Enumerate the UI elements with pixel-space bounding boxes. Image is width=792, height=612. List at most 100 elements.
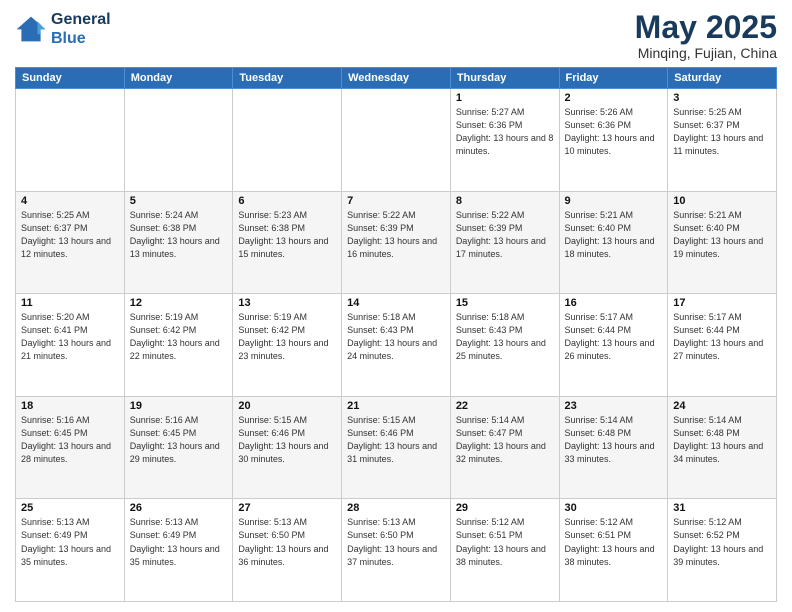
table-row: 13Sunrise: 5:19 AM Sunset: 6:42 PM Dayli… [233, 294, 342, 397]
calendar-header-row: Sunday Monday Tuesday Wednesday Thursday… [16, 68, 777, 89]
day-number: 13 [238, 297, 336, 309]
day-info: Sunrise: 5:14 AM Sunset: 6:48 PM Dayligh… [673, 414, 771, 466]
day-number: 28 [347, 502, 445, 514]
table-row: 18 Sunrise: 5:16 AM Sunset: 6:45 PM Dayli… [16, 396, 125, 499]
day-number: 11 [21, 297, 119, 309]
table-row: 24 Sunrise: 5:14 AM Sunset: 6:48 PM Dayli… [668, 396, 777, 499]
table-row [342, 89, 451, 192]
month-title: May 2025 [635, 10, 777, 45]
day-info: Sunrise: 5:13 AM Sunset: 6:49 PM Dayligh… [21, 516, 119, 568]
day-number: 15 [456, 297, 554, 309]
day-info: Sunrise: 5:22 AM Sunset: 6:39 PM Dayligh… [456, 209, 554, 261]
table-row: 7 Sunrise: 5:22 AM Sunset: 6:39 PM Daylig… [342, 191, 451, 294]
day-info: Sunrise: 5:13 AM Sunset: 6:50 PM Dayligh… [347, 516, 445, 568]
page: General Blue May 2025 Minqing, Fujian, C… [0, 0, 792, 612]
calendar-week-row: 25 Sunrise: 5:13 AM Sunset: 6:49 PM Dayli… [16, 499, 777, 602]
day-number: 5 [130, 195, 228, 207]
day-info: Sunrise: 5:25 AM Sunset: 6:37 PM Dayligh… [673, 106, 771, 158]
day-number: 19 [130, 400, 228, 412]
calendar-table: Sunday Monday Tuesday Wednesday Thursday… [15, 67, 777, 602]
table-row [233, 89, 342, 192]
location: Minqing, Fujian, China [635, 45, 777, 61]
day-number: 18 [21, 400, 119, 412]
logo-text: General Blue [51, 10, 111, 48]
day-info: Sunrise: 5:20 AM Sunset: 6:41 PM Dayligh… [21, 311, 119, 363]
day-number: 2 [565, 92, 663, 104]
table-row: 5 Sunrise: 5:24 AM Sunset: 6:38 PM Daylig… [124, 191, 233, 294]
table-row: 6Sunrise: 5:23 AM Sunset: 6:38 PM Daylig… [233, 191, 342, 294]
table-row [16, 89, 125, 192]
calendar-week-row: 1 Sunrise: 5:27 AM Sunset: 6:36 PM Daylig… [16, 89, 777, 192]
day-number: 6 [238, 195, 336, 207]
table-row: 10Sunrise: 5:21 AM Sunset: 6:40 PM Dayli… [668, 191, 777, 294]
day-info: Sunrise: 5:16 AM Sunset: 6:45 PM Dayligh… [130, 414, 228, 466]
day-number: 29 [456, 502, 554, 514]
day-number: 24 [673, 400, 771, 412]
table-row: 15Sunrise: 5:18 AM Sunset: 6:43 PM Dayli… [450, 294, 559, 397]
day-info: Sunrise: 5:13 AM Sunset: 6:50 PM Dayligh… [238, 516, 336, 568]
table-row: 9Sunrise: 5:21 AM Sunset: 6:40 PM Daylig… [559, 191, 668, 294]
table-row: 31 Sunrise: 5:12 AM Sunset: 6:52 PM Dayli… [668, 499, 777, 602]
day-number: 23 [565, 400, 663, 412]
day-info: Sunrise: 5:21 AM Sunset: 6:40 PM Dayligh… [565, 209, 663, 261]
table-row: 14 Sunrise: 5:18 AM Sunset: 6:43 PM Dayli… [342, 294, 451, 397]
table-row: 19 Sunrise: 5:16 AM Sunset: 6:45 PM Dayli… [124, 396, 233, 499]
day-info: Sunrise: 5:15 AM Sunset: 6:46 PM Dayligh… [347, 414, 445, 466]
day-info: Sunrise: 5:24 AM Sunset: 6:38 PM Dayligh… [130, 209, 228, 261]
day-info: Sunrise: 5:25 AM Sunset: 6:37 PM Dayligh… [21, 209, 119, 261]
table-row: 27 Sunrise: 5:13 AM Sunset: 6:50 PM Dayli… [233, 499, 342, 602]
day-info: Sunrise: 5:17 AM Sunset: 6:44 PM Dayligh… [673, 311, 771, 363]
day-info: Sunrise: 5:22 AM Sunset: 6:39 PM Dayligh… [347, 209, 445, 261]
title-block: May 2025 Minqing, Fujian, China [635, 10, 777, 61]
day-info: Sunrise: 5:12 AM Sunset: 6:52 PM Dayligh… [673, 516, 771, 568]
day-info: Sunrise: 5:12 AM Sunset: 6:51 PM Dayligh… [565, 516, 663, 568]
day-number: 25 [21, 502, 119, 514]
table-row: 11 Sunrise: 5:20 AM Sunset: 6:41 PM Dayli… [16, 294, 125, 397]
table-row: 12 Sunrise: 5:19 AM Sunset: 6:42 PM Dayli… [124, 294, 233, 397]
day-number: 27 [238, 502, 336, 514]
col-wednesday: Wednesday [342, 68, 451, 89]
day-number: 22 [456, 400, 554, 412]
table-row: 26Sunrise: 5:13 AM Sunset: 6:49 PM Dayli… [124, 499, 233, 602]
table-row: 30 Sunrise: 5:12 AM Sunset: 6:51 PM Dayli… [559, 499, 668, 602]
day-number: 8 [456, 195, 554, 207]
day-number: 12 [130, 297, 228, 309]
table-row: 3 Sunrise: 5:25 AM Sunset: 6:37 PM Daylig… [668, 89, 777, 192]
col-tuesday: Tuesday [233, 68, 342, 89]
day-number: 26 [130, 502, 228, 514]
table-row: 2 Sunrise: 5:26 AM Sunset: 6:36 PM Daylig… [559, 89, 668, 192]
day-number: 7 [347, 195, 445, 207]
table-row: 1 Sunrise: 5:27 AM Sunset: 6:36 PM Daylig… [450, 89, 559, 192]
table-row: 22 Sunrise: 5:14 AM Sunset: 6:47 PM Dayli… [450, 396, 559, 499]
day-number: 3 [673, 92, 771, 104]
logo-icon [15, 15, 47, 43]
day-info: Sunrise: 5:19 AM Sunset: 6:42 PM Dayligh… [130, 311, 228, 363]
day-info: Sunrise: 5:14 AM Sunset: 6:48 PM Dayligh… [565, 414, 663, 466]
day-info: Sunrise: 5:14 AM Sunset: 6:47 PM Dayligh… [456, 414, 554, 466]
day-number: 20 [238, 400, 336, 412]
day-info: Sunrise: 5:26 AM Sunset: 6:36 PM Dayligh… [565, 106, 663, 158]
day-number: 21 [347, 400, 445, 412]
day-info: Sunrise: 5:16 AM Sunset: 6:45 PM Dayligh… [21, 414, 119, 466]
day-number: 1 [456, 92, 554, 104]
table-row: 17 Sunrise: 5:17 AM Sunset: 6:44 PM Dayli… [668, 294, 777, 397]
day-number: 31 [673, 502, 771, 514]
day-number: 30 [565, 502, 663, 514]
col-monday: Monday [124, 68, 233, 89]
day-number: 17 [673, 297, 771, 309]
table-row: 16 Sunrise: 5:17 AM Sunset: 6:44 PM Dayli… [559, 294, 668, 397]
calendar-week-row: 18 Sunrise: 5:16 AM Sunset: 6:45 PM Dayli… [16, 396, 777, 499]
col-thursday: Thursday [450, 68, 559, 89]
col-friday: Friday [559, 68, 668, 89]
day-info: Sunrise: 5:27 AM Sunset: 6:36 PM Dayligh… [456, 106, 554, 158]
day-info: Sunrise: 5:18 AM Sunset: 6:43 PM Dayligh… [347, 311, 445, 363]
calendar-week-row: 4Sunrise: 5:25 AM Sunset: 6:37 PM Daylig… [16, 191, 777, 294]
day-info: Sunrise: 5:21 AM Sunset: 6:40 PM Dayligh… [673, 209, 771, 261]
col-sunday: Sunday [16, 68, 125, 89]
calendar-week-row: 11 Sunrise: 5:20 AM Sunset: 6:41 PM Dayli… [16, 294, 777, 397]
day-number: 16 [565, 297, 663, 309]
day-number: 14 [347, 297, 445, 309]
table-row: 4Sunrise: 5:25 AM Sunset: 6:37 PM Daylig… [16, 191, 125, 294]
day-info: Sunrise: 5:17 AM Sunset: 6:44 PM Dayligh… [565, 311, 663, 363]
table-row: 29Sunrise: 5:12 AM Sunset: 6:51 PM Dayli… [450, 499, 559, 602]
